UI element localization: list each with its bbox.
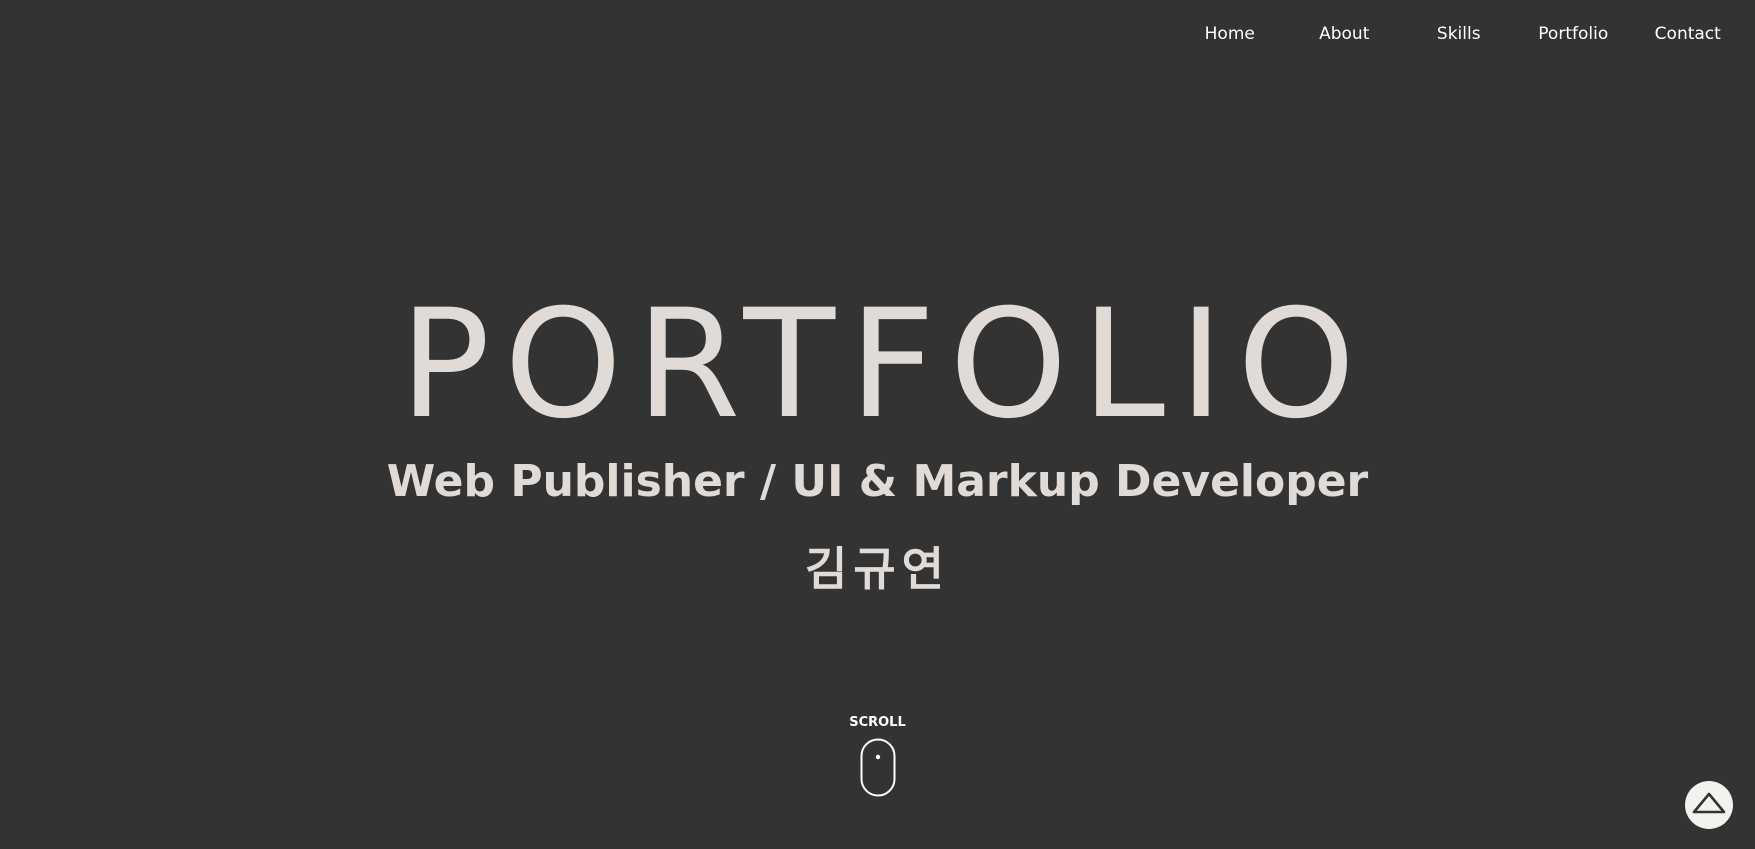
scroll-indicator[interactable]: SCROLL: [0, 714, 1755, 802]
hero-title: PORTFOLIO: [399, 278, 1370, 452]
nav-contact-link[interactable]: Contact: [1631, 20, 1746, 48]
page: Home About Skills Portfolio Contact PORT…: [0, 0, 1755, 849]
scroll-label: SCROLL: [849, 715, 906, 730]
nav-skills-link[interactable]: Skills: [1402, 20, 1517, 48]
nav-portfolio-link[interactable]: Portfolio: [1516, 20, 1631, 48]
hero-section: PORTFOLIO Web Publisher / UI & Markup De…: [0, 280, 1755, 604]
mouse-icon: [860, 738, 896, 802]
main-nav: Home About Skills Portfolio Contact: [1173, 20, 1746, 48]
nav-about-link[interactable]: About: [1287, 20, 1402, 48]
hero-name: 김규연: [805, 542, 950, 596]
triangle-up-icon: [1692, 792, 1726, 818]
scroll-to-top-button[interactable]: [1685, 781, 1733, 829]
nav-home-link[interactable]: Home: [1173, 20, 1288, 48]
hero-subtitle: Web Publisher / UI & Markup Developer: [386, 456, 1369, 507]
